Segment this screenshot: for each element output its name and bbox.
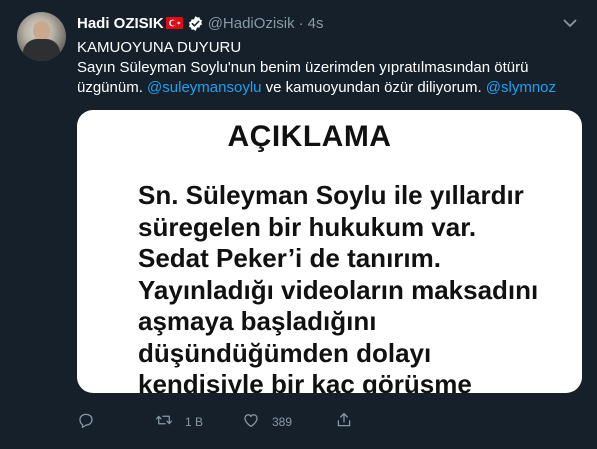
turkey-flag-icon <box>165 17 183 29</box>
media-text-line: düşündüğümden dolayı <box>138 337 432 368</box>
media-text-line: Sedat Peker’i de tanırım. <box>138 243 441 273</box>
mention-link[interactable]: @suleymansoylu <box>147 79 261 96</box>
tweet-text-segment: Sayın Süleyman Soylu'nun benim üzerimden… <box>77 59 529 76</box>
share-icon <box>335 411 353 434</box>
tweet-text-line: Sayın Süleyman Soylu'nun benim üzerimden… <box>77 58 582 78</box>
tweet-text-segment: KAMUOYUNA DUYURU <box>77 39 242 56</box>
media-body-text: Sn. Süleyman Soylu ile yıllardır süregele… <box>138 180 578 393</box>
author-handle[interactable]: @HadiOzisik <box>208 15 295 32</box>
retweet-count: 1 B <box>185 415 204 429</box>
tweet-media-image[interactable]: AÇIKLAMA Sn. Süleyman Soylu ile yıllardı… <box>77 110 582 393</box>
avatar[interactable] <box>17 12 66 61</box>
tweet-text-line: KAMUOYUNA DUYURU <box>77 38 582 58</box>
share-button[interactable] <box>335 410 353 434</box>
retweet-button[interactable]: 1 B <box>155 410 203 434</box>
heart-icon <box>242 411 260 434</box>
reply-icon <box>77 411 95 434</box>
tweet-timestamp[interactable]: 4s <box>308 15 324 32</box>
tweet-header: Hadi OZISIK @HadiOzisik · 4s <box>77 13 323 33</box>
avatar-head <box>33 21 50 41</box>
media-text-line: kendisiyle bir kaç görüşme <box>138 369 472 393</box>
like-count: 389 <box>272 415 293 429</box>
chevron-down-icon[interactable] <box>561 14 579 32</box>
media-title: AÇIKLAMA <box>227 120 392 153</box>
tweet-text-segment: üzgünüm. <box>77 79 148 96</box>
media-text-line: aşmaya başladığını <box>138 306 377 336</box>
verified-badge-icon <box>187 15 204 32</box>
tweet-text-segment: ve kamuoyundan özür diliyorum. <box>261 79 486 96</box>
media-text-line: süregelen bir hukukum var. <box>138 211 477 242</box>
tweet-text: KAMUOYUNA DUYURU Sayın Süleyman Soylu'nun… <box>77 38 582 98</box>
author-name[interactable]: Hadi OZISIK <box>77 15 164 32</box>
separator-dot: · <box>298 14 304 32</box>
retweet-icon <box>155 411 173 434</box>
tweet-actions: 1 B 389 <box>77 410 517 434</box>
media-text-line: Sn. Süleyman Soylu ile yıllardır <box>138 180 524 210</box>
tweet[interactable]: Hadi OZISIK @HadiOzisik · 4s KAMUOYUNA D… <box>0 0 597 449</box>
media-text-line: Yayınladığı videoların maksadını <box>138 274 539 305</box>
mention-link[interactable]: @slymnoz <box>486 79 556 96</box>
avatar-body <box>23 39 60 61</box>
like-button[interactable]: 389 <box>242 410 292 434</box>
tweet-text-line: üzgünüm. @suleymansoylu ve kamuoyundan ö… <box>77 78 582 98</box>
reply-button[interactable] <box>77 410 107 434</box>
